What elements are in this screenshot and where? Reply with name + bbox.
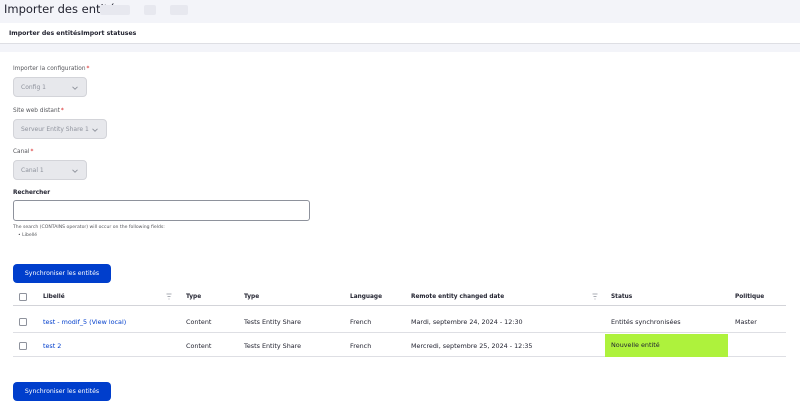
channel-select-value: Canal 1: [21, 166, 44, 174]
search-label: Rechercher: [13, 190, 51, 196]
cell-changed-date: Mardi, septembre 24, 2024 - 12:30: [411, 318, 523, 326]
faded-tab: [100, 5, 130, 15]
search-input[interactable]: [13, 200, 310, 221]
config-select-value: Config 1: [21, 83, 46, 91]
cell-status: Nouvelle entité: [611, 341, 660, 349]
column-header-remote-changed[interactable]: Remote entity changed date: [411, 294, 504, 300]
column-header-status: Status: [611, 293, 633, 300]
table-row: test 2 Content Tests Entity Share French…: [13, 334, 786, 357]
cell-bundle: Tests Entity Share: [244, 318, 302, 326]
config-select[interactable]: Config 1: [13, 77, 87, 97]
cell-bundle: Tests Entity Share: [244, 342, 302, 350]
column-header-libelle[interactable]: Libellé: [43, 294, 65, 300]
cell-changed-date: Mercredi, septembre 25, 2024 - 12:35: [411, 342, 533, 350]
faded-tab: [144, 5, 156, 15]
page-header: Importer des entités: [0, 0, 800, 22]
remote-site-select-value: Serveur Entity Share 1: [21, 125, 89, 133]
local-tabs: Importer des entités Import statuses: [0, 23, 800, 44]
column-header-politique: Politique: [735, 293, 765, 300]
row-checkbox[interactable]: [19, 342, 27, 350]
remote-site-select[interactable]: Serveur Entity Share 1: [13, 119, 107, 139]
faded-tab: [170, 5, 188, 15]
sort-icon[interactable]: [166, 293, 172, 300]
column-header-bundle-type: Type: [244, 293, 260, 300]
main-content: Importer la configuration* Config 1 Site…: [0, 52, 800, 409]
cell-language: French: [350, 342, 372, 350]
config-label: Importer la configuration*: [13, 66, 90, 72]
faded-header-tabs: [100, 5, 188, 15]
chevron-down-icon: [92, 128, 98, 132]
chevron-down-icon: [72, 86, 78, 90]
tab-importer-des-entites[interactable]: Importer des entités: [9, 30, 81, 37]
search-field-item: • Libellé: [18, 233, 38, 238]
column-header-type: Type: [186, 293, 202, 300]
column-header-language: Language: [350, 293, 383, 300]
channel-label: Canal*: [13, 149, 34, 155]
cell-language: French: [350, 318, 372, 326]
cell-status: Entités synchronisées: [611, 318, 681, 326]
status-highlight: Nouvelle entité: [605, 334, 728, 357]
sort-icon[interactable]: [592, 293, 598, 300]
table-row: test - modif_5 (View local) Content Test…: [13, 311, 786, 333]
sync-button-bottom[interactable]: Synchroniser les entités: [13, 382, 111, 401]
cell-politique: Master: [735, 318, 757, 326]
search-help-text: The search (CONTAINS operator) will occu…: [13, 225, 165, 230]
entity-link[interactable]: test - modif_5 (View local): [43, 318, 126, 326]
tab-import-statuses[interactable]: Import statuses: [81, 30, 136, 37]
cell-type: Content: [186, 318, 212, 326]
remote-site-label: Site web distant*: [13, 108, 64, 114]
select-all-checkbox[interactable]: [19, 293, 27, 301]
entity-link[interactable]: test 2: [43, 342, 61, 350]
chevron-down-icon: [72, 169, 78, 173]
channel-select[interactable]: Canal 1: [13, 160, 87, 180]
sync-button-top[interactable]: Synchroniser les entités: [13, 264, 111, 283]
table-header: Libellé Type Type Language Remote entity…: [13, 288, 786, 306]
cell-type: Content: [186, 342, 212, 350]
row-checkbox[interactable]: [19, 318, 27, 326]
